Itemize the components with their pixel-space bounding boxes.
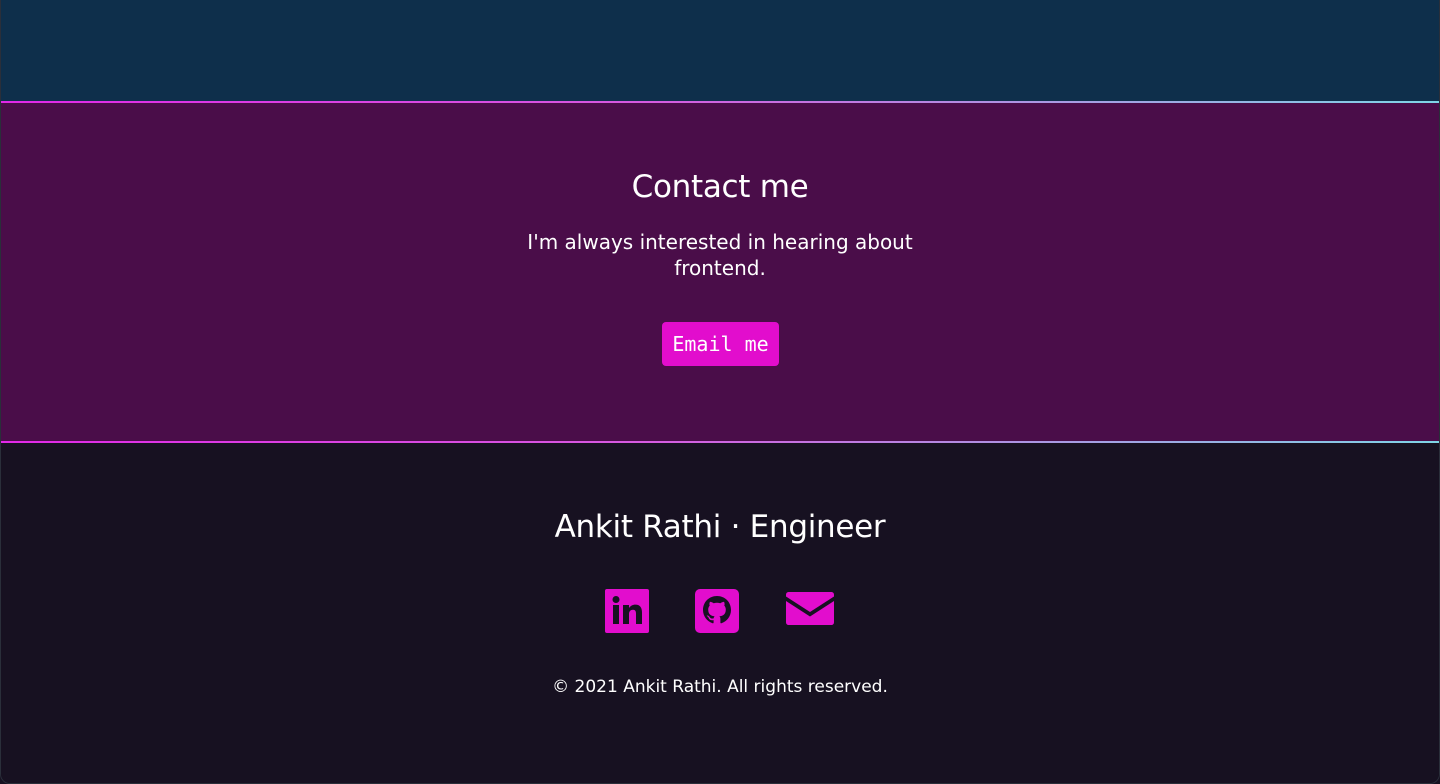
linkedin-link[interactable] <box>605 589 655 635</box>
page: Contact me I'm always interested in hear… <box>0 0 1440 784</box>
linkedin-icon <box>605 589 649 633</box>
github-icon <box>695 589 739 633</box>
mail-link[interactable] <box>785 589 835 635</box>
footer: Ankit Rathi · Engineer © 2021 Ankit Rath… <box>1 443 1439 783</box>
email-me-button[interactable]: Email me <box>662 322 779 366</box>
contact-title: Contact me <box>631 169 809 205</box>
contact-description: I'm always interested in hearing about f… <box>527 230 913 280</box>
copyright-text: © 2021 Ankit Rathi. All rights reserved. <box>552 677 888 697</box>
contact-section: Contact me I'm always interested in hear… <box>1 103 1439 441</box>
footer-name: Ankit Rathi · Engineer <box>554 509 886 545</box>
github-link[interactable] <box>695 589 745 635</box>
top-section <box>1 0 1439 101</box>
mail-icon <box>786 592 834 625</box>
